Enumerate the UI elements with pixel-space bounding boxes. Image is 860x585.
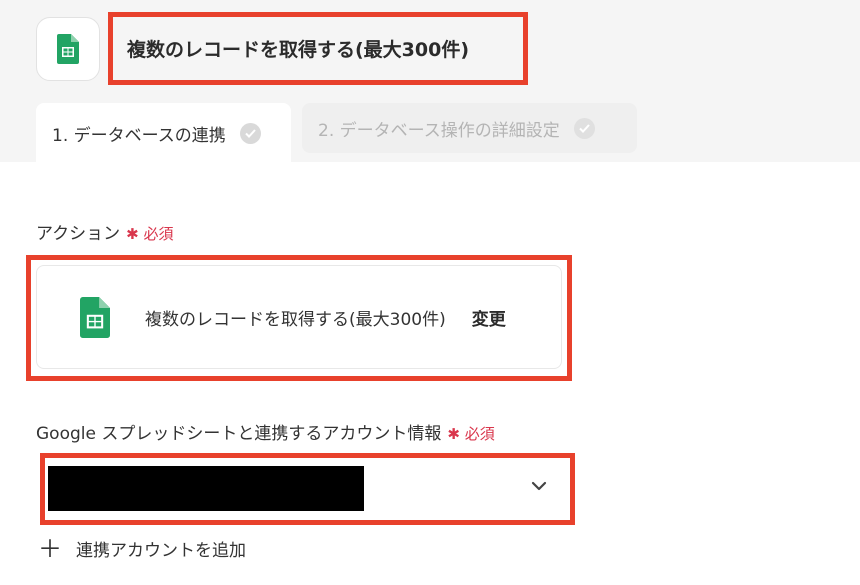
page-title-highlight: 複数のレコードを取得する(最大300件) [108, 12, 528, 85]
chevron-down-icon[interactable] [531, 481, 547, 491]
action-field-label: アクション ✱ 必須 [36, 219, 174, 244]
redacted-account-value [48, 466, 364, 511]
page-title: 複数のレコードを取得する(最大300件) [127, 39, 470, 61]
tab-label: 1. データベースの連携 [52, 125, 226, 146]
add-account-label: 連携アカウントを追加 [76, 541, 246, 561]
tab-label: 2. データベース操作の詳細設定 [318, 120, 560, 141]
tab-database-operation-settings[interactable]: 2. データベース操作の詳細設定 [302, 103, 637, 153]
google-sheets-icon [57, 34, 79, 64]
action-selector-card[interactable]: 複数のレコードを取得する(最大300件) 変更 [36, 265, 562, 369]
action-value: 複数のレコードを取得する(最大300件) [145, 309, 446, 330]
required-badge: ✱ 必須 [447, 425, 495, 443]
add-account-button[interactable]: ＋ 連携アカウントを追加 [38, 534, 246, 563]
action-label-text: アクション [36, 224, 121, 244]
plus-icon: ＋ [38, 534, 62, 563]
account-label-text: Google スプレッドシートと連携するアカウント情報 [36, 424, 442, 444]
app-icon-container [36, 17, 100, 81]
required-badge: ✱ 必須 [126, 225, 174, 243]
required-text: 必須 [143, 225, 174, 243]
change-action-button[interactable]: 変更 [472, 305, 506, 330]
account-field-label: Google スプレッドシートと連携するアカウント情報 ✱ 必須 [36, 419, 495, 444]
check-circle-icon [239, 122, 261, 144]
required-text: 必須 [464, 425, 495, 443]
tab-database-link[interactable]: 1. データベースの連携 [36, 103, 291, 163]
check-circle-icon [573, 117, 595, 139]
google-sheets-icon [80, 296, 110, 338]
